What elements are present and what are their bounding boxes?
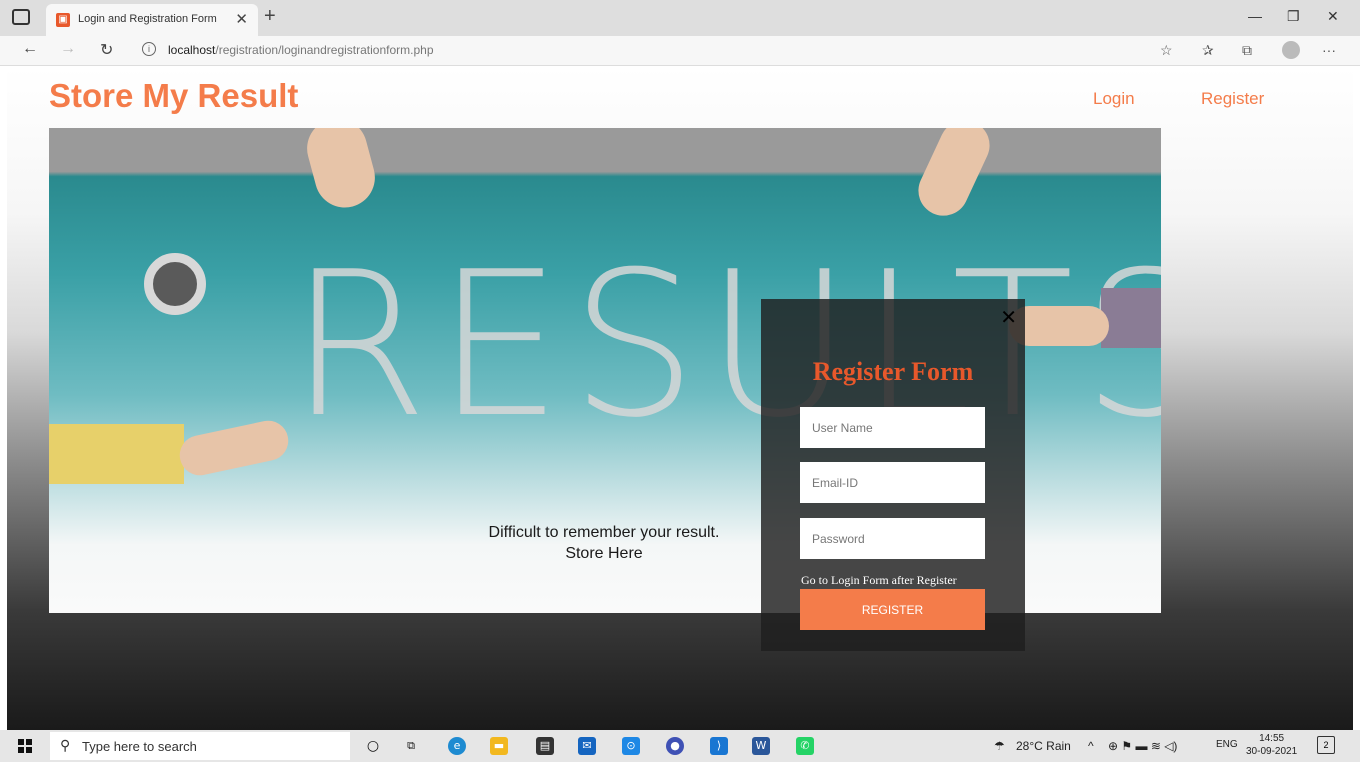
go-to-login-note[interactable]: Go to Login Form after Register — [801, 573, 957, 588]
reload-icon[interactable]: ↻ — [100, 40, 113, 60]
browser-tab[interactable]: ▣ Login and Registration Form ✕ — [46, 4, 258, 36]
windows-start-icon[interactable] — [18, 739, 32, 753]
app-icon[interactable]: ● — [666, 737, 684, 755]
edge-icon[interactable]: e — [448, 737, 466, 755]
store-icon[interactable]: ▤ — [536, 737, 554, 755]
tab-close-icon[interactable]: ✕ — [235, 10, 248, 28]
nav-register-link[interactable]: Register — [1201, 89, 1264, 109]
arm-image — [49, 424, 184, 484]
search-icon: ⚲ — [60, 737, 71, 753]
file-explorer-icon[interactable]: ▬ — [490, 737, 508, 755]
more-menu-icon[interactable]: ··· — [1322, 42, 1336, 58]
address-bar: ← → ↻ i localhost/registration/loginandr… — [0, 36, 1360, 66]
email-input[interactable] — [800, 462, 985, 503]
register-button[interactable]: REGISTER — [800, 589, 985, 630]
hand-image — [300, 128, 382, 215]
hero-caption-line2: Store Here — [565, 545, 643, 562]
whatsapp-icon[interactable]: ✆ — [796, 737, 814, 755]
clock-date: 30-09-2021 — [1246, 746, 1298, 757]
weather-icon[interactable]: ☂ — [994, 739, 1005, 753]
hand-image — [176, 417, 292, 479]
arm-image — [1101, 288, 1161, 348]
restore-icon[interactable]: ❐ — [1287, 8, 1300, 25]
language-indicator[interactable]: ENG — [1216, 739, 1238, 750]
browser-tab-bar: ▣ Login and Registration Form ✕ + — ❐ ✕ — [0, 0, 1360, 36]
password-input[interactable] — [800, 518, 985, 559]
hero-results-word: RESULTS — [289, 229, 1161, 462]
cortana-icon[interactable]: ○ — [364, 737, 382, 755]
forward-icon[interactable]: → — [60, 40, 76, 58]
notification-icon[interactable]: 2 — [1317, 736, 1335, 754]
brand-title: Store My Result — [49, 77, 299, 114]
hero-caption-line1: Difficult to remember your result. — [488, 524, 720, 541]
xampp-icon[interactable]: ⊙ — [622, 737, 640, 755]
minimize-icon[interactable]: — — [1248, 8, 1262, 24]
mail-icon[interactable]: ✉ — [578, 737, 596, 755]
taskbar-clock[interactable]: 14:55 30-09-2021 — [1246, 732, 1297, 758]
favorites-icon[interactable]: ✰ — [1202, 42, 1214, 59]
weather-text[interactable]: 28°C Rain — [1016, 739, 1071, 753]
task-view-icon[interactable]: ⧉ — [402, 737, 420, 755]
profile-avatar-icon[interactable] — [1282, 41, 1300, 59]
back-icon[interactable]: ← — [22, 40, 38, 58]
tray-app-icons[interactable]: ⊕ ⚑ ▬ ≋ ◁) — [1108, 739, 1177, 753]
url-host: localhost — [168, 43, 216, 57]
hand-image — [910, 128, 998, 224]
word-icon[interactable]: W — [752, 737, 770, 755]
tab-actions-icon[interactable] — [12, 9, 30, 25]
close-icon[interactable]: ✕ — [1000, 305, 1017, 330]
new-tab-icon[interactable]: + — [264, 5, 276, 28]
url-path: /registration/loginandregistrationform.p… — [215, 43, 434, 57]
register-form-title: Register Form — [812, 357, 974, 386]
tab-title: Login and Registration Form — [78, 13, 217, 25]
username-input[interactable] — [800, 407, 985, 448]
collections-icon[interactable]: ⧉ — [1242, 42, 1252, 59]
url-text: localhost/registration/loginandregistrat… — [168, 43, 434, 57]
web-page: Store My Result Login Register RESULTS D… — [7, 67, 1353, 730]
hero-caption: Difficult to remember your result. Store… — [469, 522, 739, 564]
nav-login-link[interactable]: Login — [1093, 89, 1135, 109]
windows-taskbar: ⚲ Type here to search ○ ⧉ e ▬ ▤ ✉ ⊙ ● ⟩ … — [0, 730, 1360, 762]
coffee-cup-image — [144, 253, 206, 315]
taskbar-search-box[interactable]: ⚲ Type here to search — [50, 732, 350, 760]
add-favorite-icon[interactable]: ☆ — [1160, 42, 1173, 59]
clock-time: 14:55 — [1259, 733, 1285, 744]
url-field[interactable]: i localhost/registration/loginandregistr… — [136, 39, 1146, 63]
register-form-panel: ✕ Register Form Go to Login Form after R… — [761, 299, 1025, 651]
site-info-icon[interactable]: i — [142, 42, 156, 56]
vscode-icon[interactable]: ⟩ — [710, 737, 728, 755]
tray-chevron-icon[interactable]: ^ — [1088, 739, 1094, 753]
window-close-icon[interactable]: ✕ — [1327, 8, 1339, 25]
taskbar-search-placeholder: Type here to search — [82, 739, 197, 754]
page-favicon-icon: ▣ — [56, 13, 70, 27]
